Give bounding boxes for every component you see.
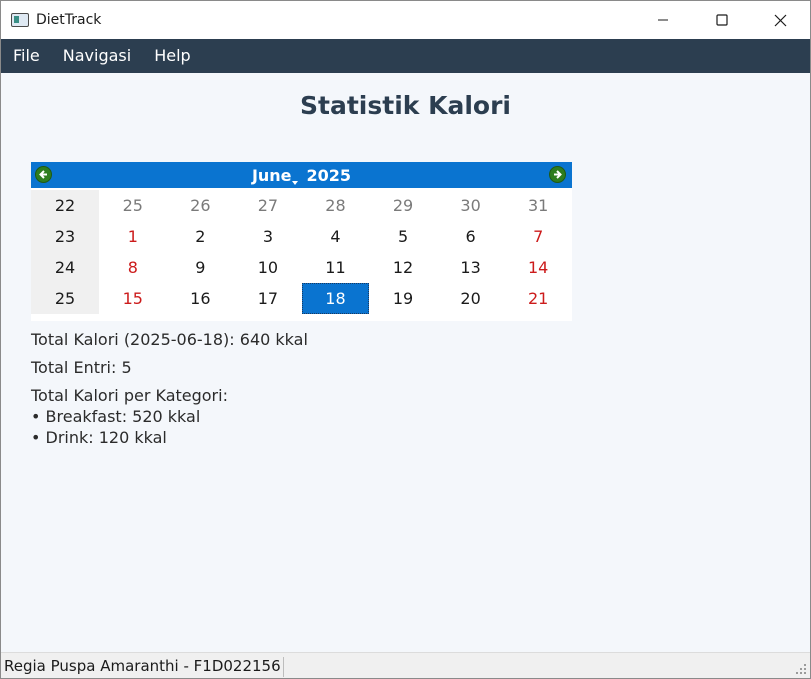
calendar-day[interactable]: 20: [437, 283, 505, 314]
calendar-day[interactable]: 3: [234, 221, 302, 252]
year-selector[interactable]: 2025: [307, 166, 352, 185]
calendar-day[interactable]: 26: [167, 190, 235, 221]
arrow-left-icon: [39, 170, 47, 179]
calendar-day[interactable]: 4: [302, 221, 370, 252]
calendar-day[interactable]: 10: [234, 252, 302, 283]
calendar-day[interactable]: 6: [437, 221, 505, 252]
calendar-day[interactable]: 21: [504, 283, 572, 314]
week-number: 23: [31, 221, 99, 252]
calendar-grid: 22 25 26 27 28 29 30 31 23 1 2 3 4 5 6 7 24 8 9 10 11 12 13 14 2…: [31, 190, 572, 314]
week-number: 22: [31, 190, 99, 221]
calendar-day[interactable]: 19: [369, 283, 437, 314]
calendar-day[interactable]: 25: [99, 190, 167, 221]
menu-help[interactable]: Help: [145, 39, 199, 73]
calendar-day-selected[interactable]: 18: [301, 283, 370, 314]
next-month-button[interactable]: [549, 166, 566, 183]
calendar-header: June 2025: [31, 162, 572, 188]
calendar-day[interactable]: 30: [437, 190, 505, 221]
title-bar: DietTrack: [1, 1, 810, 39]
window-controls: [633, 1, 810, 39]
calendar-day[interactable]: 8: [99, 252, 167, 283]
calendar-day[interactable]: 31: [504, 190, 572, 221]
calendar-day[interactable]: 28: [302, 190, 370, 221]
calendar-day[interactable]: 13: [437, 252, 505, 283]
total-entri-label: Total Entri: 5: [31, 358, 132, 377]
calendar-day[interactable]: 5: [369, 221, 437, 252]
calendar-day[interactable]: 14: [504, 252, 572, 283]
week-number: 24: [31, 252, 99, 283]
calendar-day[interactable]: 11: [302, 252, 370, 283]
app-window-icon: [11, 13, 29, 27]
calendar-day[interactable]: 16: [167, 283, 235, 314]
prev-month-button[interactable]: [35, 166, 52, 183]
page-title: Statistik Kalori: [300, 91, 511, 120]
calendar-day[interactable]: 9: [167, 252, 235, 283]
calendar-day[interactable]: 15: [99, 283, 167, 314]
close-icon: [774, 14, 787, 26]
calendar-day[interactable]: 29: [369, 190, 437, 221]
calendar-day[interactable]: 17: [234, 283, 302, 314]
menu-file[interactable]: File: [4, 39, 49, 73]
status-bar: Regia Puspa Amaranthi - F1D022156: [1, 652, 810, 678]
kategori-heading: Total Kalori per Kategori:: [31, 386, 228, 405]
maximize-button[interactable]: [692, 1, 751, 39]
week-number: 25: [31, 283, 99, 314]
resize-grip-icon[interactable]: [795, 663, 807, 675]
menu-navigasi[interactable]: Navigasi: [54, 39, 140, 73]
calendar-day[interactable]: 2: [167, 221, 235, 252]
kategori-item-breakfast: • Breakfast: 520 kkal: [31, 407, 201, 426]
calendar-widget: June 2025 22 25 26 27 28 29 30 31 23 1 2 3 4 5 6 7 24 8 9 1…: [31, 162, 572, 321]
menu-bar: File Navigasi Help: [1, 39, 810, 73]
total-kalori-label: Total Kalori (2025-06-18): 640 kkal: [31, 330, 308, 349]
kategori-item-drink: • Drink: 120 kkal: [31, 428, 167, 447]
calendar-day[interactable]: 12: [369, 252, 437, 283]
status-text: Regia Puspa Amaranthi - F1D022156: [4, 657, 284, 677]
window-title: DietTrack: [36, 12, 102, 28]
month-selector[interactable]: June: [252, 166, 298, 185]
minimize-button[interactable]: [633, 1, 692, 39]
arrow-right-icon: [554, 170, 562, 179]
calendar-day[interactable]: 27: [234, 190, 302, 221]
maximize-icon: [715, 14, 728, 26]
close-button[interactable]: [751, 1, 810, 39]
app-window: DietTrack File Navigasi Help Statistik K…: [0, 0, 811, 679]
minimize-icon: [657, 19, 668, 21]
calendar-day[interactable]: 1: [99, 221, 167, 252]
calendar-day[interactable]: 7: [504, 221, 572, 252]
